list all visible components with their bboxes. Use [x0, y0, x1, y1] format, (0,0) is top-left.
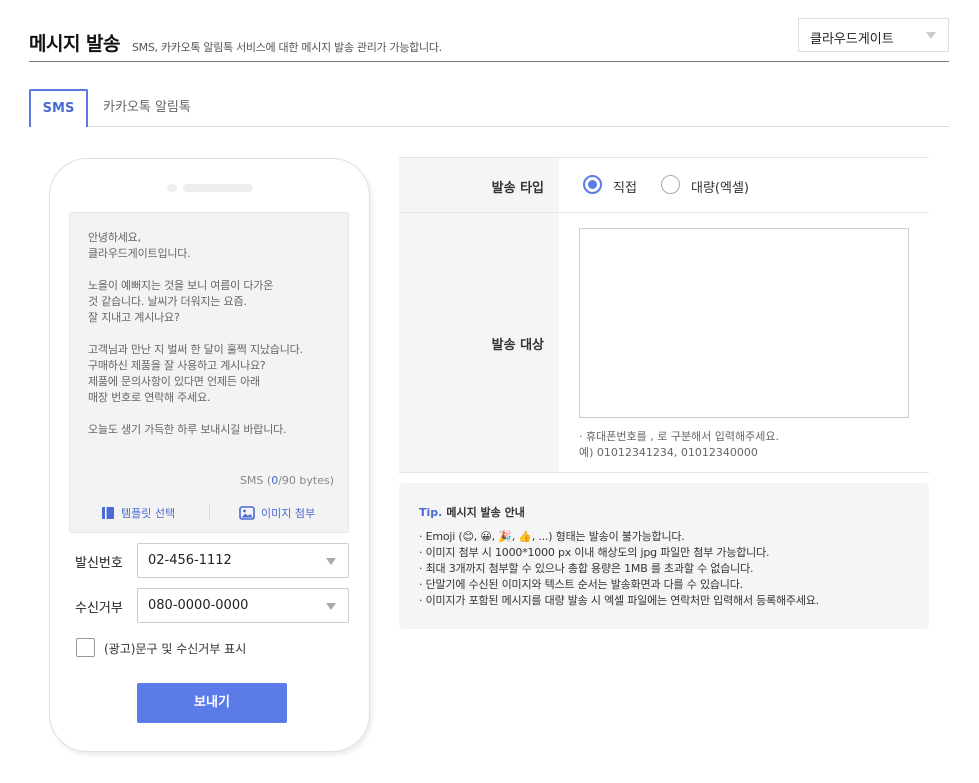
gateway-select-value: 클라우드게이트 — [810, 32, 894, 47]
tip-item: · 최대 3개까지 첨부할 수 있으나 총합 용량은 1MB 를 초과할 수 없… — [419, 562, 754, 575]
title-divider — [29, 61, 949, 62]
image-attach-label: 이미지 첨부 — [261, 507, 316, 520]
radio-bulk-excel[interactable] — [661, 175, 680, 194]
tip-list: · Emoji (😊, 😀, 🎉, 👍, ...) 형태는 발송이 불가능합니다… — [419, 529, 819, 609]
ad-notice-label[interactable]: (광고)문구 및 수신거부 표시 — [104, 640, 246, 657]
sender-label: 발신번호 — [75, 556, 123, 571]
tip-title: 메시지 발송 안내 — [446, 506, 525, 519]
image-icon — [239, 506, 255, 520]
ad-notice-checkbox[interactable] — [76, 638, 95, 657]
send-target-label: 발송 대상 — [491, 338, 544, 353]
tip-item: · 단말기에 수신된 이미지와 텍스트 순서는 발송화면과 다를 수 있습니다. — [419, 578, 743, 591]
tab-kakao-alimtalk[interactable]: 카카오톡 알림톡 — [103, 89, 191, 127]
send-target-textarea[interactable] — [579, 228, 909, 418]
byte-prefix: SMS ( — [239, 474, 272, 487]
action-divider — [209, 503, 210, 521]
message-text[interactable]: 안녕하세요, 클라우드게이트입니다. 노을이 예뻐지는 것을 보니 여름이 다가… — [88, 230, 338, 438]
form-row-divider — [399, 212, 929, 213]
page-description: SMS, 카카오톡 알림톡 서비스에 대한 메시지 발송 관리가 가능합니다. — [132, 41, 442, 54]
page-title: 메시지 발송 — [29, 33, 121, 55]
byte-suffix: /90 bytes) — [278, 474, 334, 487]
chevron-down-icon — [326, 603, 336, 610]
phone-camera — [167, 184, 177, 192]
byte-counter: SMS (0/90 bytes) — [240, 474, 334, 487]
radio-bulk-excel-label[interactable]: 대량(엑셀) — [691, 177, 749, 196]
form-label-column — [399, 158, 559, 472]
radio-direct[interactable] — [583, 175, 602, 194]
reject-number-select[interactable]: 080-0000-0000 — [137, 588, 349, 623]
gateway-select[interactable]: 클라우드게이트 — [798, 18, 949, 52]
reject-number-value: 080-0000-0000 — [148, 598, 249, 613]
phone-speaker — [183, 184, 253, 192]
template-select-label: 템플릿 선택 — [121, 507, 176, 520]
tip-prefix: Tip. — [419, 506, 443, 519]
tip-item: · Emoji (😊, 😀, 🎉, 👍, ...) 형태는 발송이 불가능합니다… — [419, 530, 685, 543]
chevron-down-icon — [326, 558, 336, 565]
radio-direct-label[interactable]: 직접 — [613, 177, 637, 196]
sender-number-select[interactable]: 02-456-1112 — [137, 543, 349, 578]
sender-number-value: 02-456-1112 — [148, 553, 232, 568]
reject-label: 수신거부 — [75, 601, 123, 616]
send-target-hint: · 휴대폰번호를 , 로 구분해서 입력해주세요. 예) 01012341234… — [579, 430, 780, 459]
tip-heading: Tip. 메시지 발송 안내 — [419, 504, 525, 520]
template-icon — [102, 507, 114, 519]
tab-sms[interactable]: SMS — [29, 89, 88, 127]
send-type-label: 발송 타입 — [491, 181, 544, 196]
chevron-down-icon — [926, 32, 936, 39]
tip-item: · 이미지가 포함된 메시지를 대량 발송 시 엑셀 파일에는 연락처만 입력해… — [419, 594, 819, 607]
image-attach-button[interactable]: 이미지 첨부 — [239, 505, 315, 521]
template-select-button[interactable]: 템플릿 선택 — [101, 505, 175, 521]
tip-item: · 이미지 첨부 시 1000*1000 px 이내 해상도의 jpg 파일만 … — [419, 546, 770, 559]
send-button[interactable]: 보내기 — [137, 683, 287, 723]
